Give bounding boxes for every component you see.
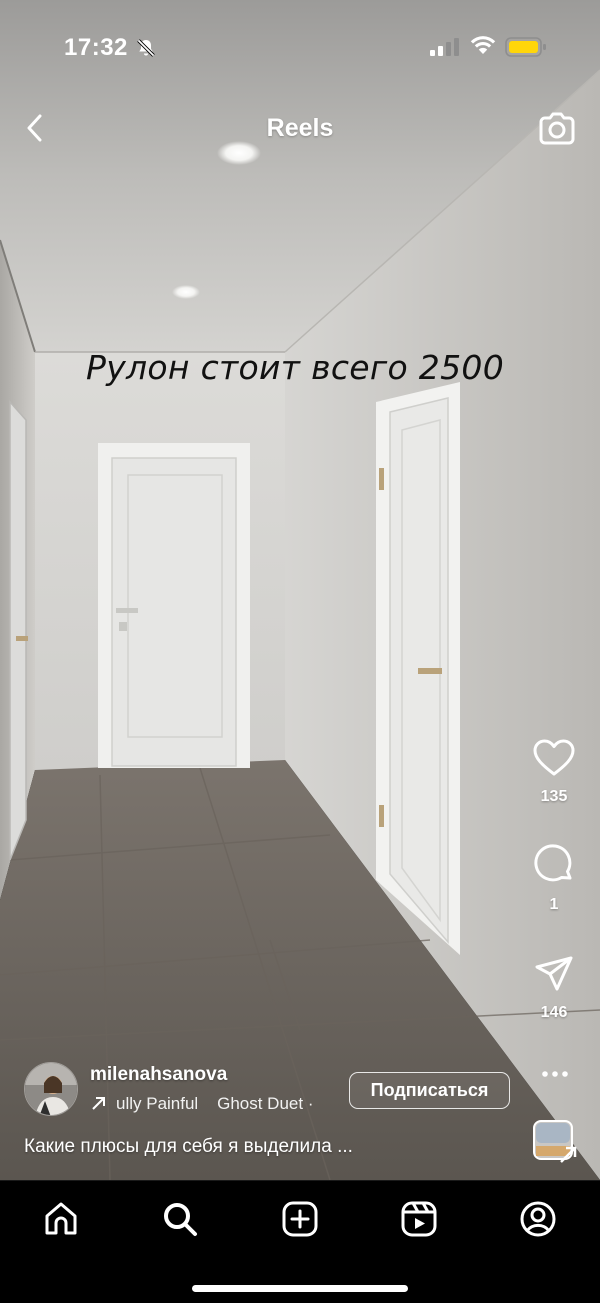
profile-icon bbox=[520, 1201, 556, 1237]
reels-icon bbox=[401, 1201, 437, 1237]
audio-thumbnail[interactable] bbox=[533, 1120, 579, 1166]
hallway-scene-image bbox=[0, 0, 600, 1180]
nav-search[interactable] bbox=[160, 1199, 200, 1239]
nav-reels[interactable] bbox=[399, 1199, 439, 1239]
home-indicator bbox=[192, 1285, 408, 1292]
camera-icon bbox=[539, 112, 575, 145]
avatar-image bbox=[25, 1063, 77, 1115]
comment-count: 1 bbox=[549, 896, 559, 913]
author-username[interactable]: milenahsanova bbox=[90, 1064, 227, 1086]
audio-thumbnail-image bbox=[533, 1120, 577, 1163]
camera-button[interactable] bbox=[536, 108, 578, 150]
audio-track[interactable]: ully Painful Ghost Duet · bbox=[90, 1093, 340, 1115]
battery-icon bbox=[505, 37, 547, 62]
send-icon bbox=[535, 956, 573, 991]
reel-caption[interactable]: Какие плюсы для себя я выделила ... bbox=[24, 1136, 353, 1158]
page-title: Reels bbox=[266, 114, 334, 142]
wifi-icon bbox=[470, 36, 496, 61]
like-button[interactable]: 135 bbox=[524, 738, 584, 806]
home-icon bbox=[45, 1202, 77, 1235]
author-avatar[interactable] bbox=[24, 1062, 78, 1116]
more-icon bbox=[542, 1071, 568, 1077]
follow-button[interactable]: Подписаться bbox=[349, 1072, 510, 1109]
create-icon bbox=[282, 1201, 318, 1237]
status-time: 17:32 bbox=[64, 34, 128, 61]
reel-video[interactable] bbox=[0, 0, 600, 1180]
share-count: 146 bbox=[540, 1004, 568, 1021]
bell-slash-icon bbox=[136, 38, 156, 63]
share-button[interactable]: 146 bbox=[524, 954, 584, 1022]
audio-track-title: ully Painful Ghost Duet · bbox=[116, 1094, 314, 1113]
more-button[interactable] bbox=[540, 1064, 570, 1084]
nav-create[interactable] bbox=[280, 1199, 320, 1239]
nav-home[interactable] bbox=[41, 1199, 81, 1239]
arrow-up-right-icon bbox=[92, 1097, 105, 1110]
video-text-overlay: Рулон стоит всего 2500 bbox=[86, 348, 504, 387]
search-icon bbox=[164, 1203, 197, 1236]
cellular-signal-icon bbox=[430, 38, 460, 61]
comment-icon bbox=[534, 844, 572, 882]
heart-icon bbox=[533, 739, 575, 776]
like-count: 135 bbox=[540, 788, 568, 805]
nav-profile[interactable] bbox=[518, 1199, 558, 1239]
status-bar: 17:32 bbox=[0, 0, 600, 96]
comment-button[interactable]: 1 bbox=[524, 844, 584, 914]
